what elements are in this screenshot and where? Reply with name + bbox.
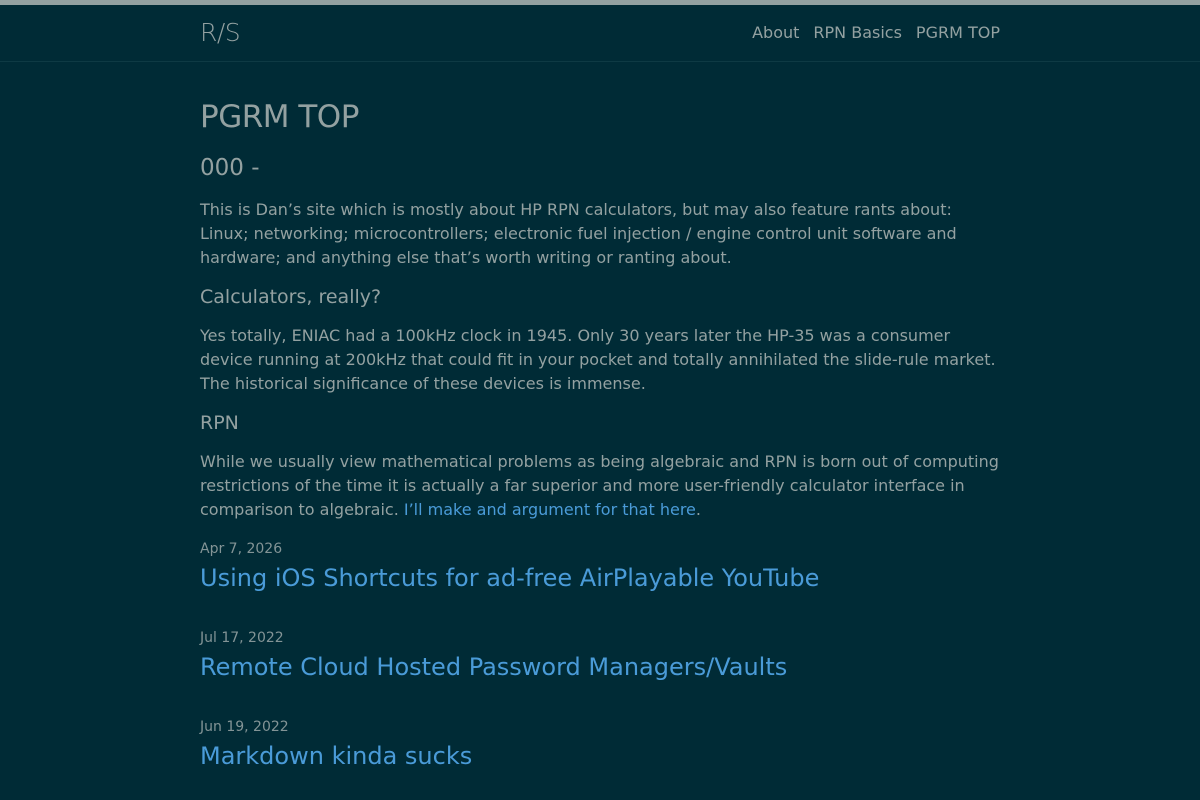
nav-link-about[interactable]: About — [752, 22, 799, 44]
post-date: Jul 17, 2022 — [200, 630, 284, 646]
post-list: Apr 7, 2026 Using iOS Shortcuts for ad-f… — [200, 539, 1000, 772]
rpn-argument-link[interactable]: I’ll make and argument for that here — [404, 500, 696, 519]
page-content: PGRM TOP 000 - This is Dan’s site which … — [0, 62, 1200, 772]
post-list-item: Apr 7, 2026 Using iOS Shortcuts for ad-f… — [200, 539, 1000, 594]
page-title: PGRM TOP — [200, 99, 359, 135]
calculators-paragraph: Yes totally, ENIAC had a 100kHz clock in… — [200, 326, 996, 393]
content-wrapper: PGRM TOP 000 - This is Dan’s site which … — [200, 96, 1000, 772]
post-date: Apr 7, 2026 — [200, 541, 283, 557]
site-header: R/S About RPN Basics PGRM TOP — [0, 5, 1200, 62]
rpn-paragraph: While we usually view mathematical probl… — [200, 450, 1000, 522]
post-date: Jun 19, 2022 — [200, 719, 289, 735]
intro-paragraph: This is Dan’s site which is mostly about… — [200, 200, 957, 267]
post-list-item: Jun 19, 2022 Markdown kinda sucks — [200, 717, 1000, 772]
calculators-heading: Calculators, really? — [200, 286, 382, 308]
site-nav: About RPN Basics PGRM TOP — [752, 22, 1000, 44]
rpn-heading: RPN — [200, 412, 239, 434]
post-title-link[interactable]: Remote Cloud Hosted Password Managers/Va… — [200, 651, 1000, 683]
nav-link-pgrm-top[interactable]: PGRM TOP — [916, 22, 1000, 44]
post-title-link[interactable]: Markdown kinda sucks — [200, 740, 1000, 772]
post-list-item: Jul 17, 2022 Remote Cloud Hosted Passwor… — [200, 628, 1000, 683]
section-heading: 000 - — [200, 155, 260, 181]
rpn-paragraph-end: . — [695, 500, 701, 519]
nav-link-rpn-basics[interactable]: RPN Basics — [813, 22, 902, 44]
post-title-link[interactable]: Using iOS Shortcuts for ad-free AirPlaya… — [200, 562, 1000, 594]
site-title-link[interactable]: R/S — [200, 18, 241, 48]
